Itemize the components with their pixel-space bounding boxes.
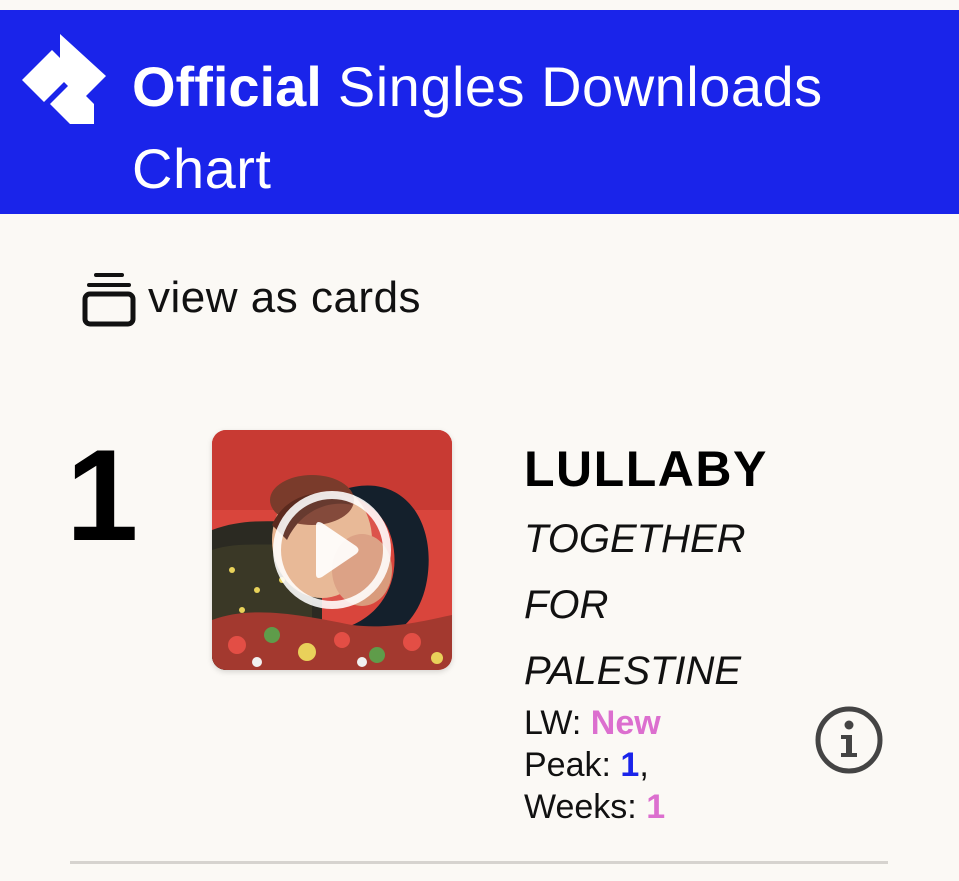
info-icon[interactable] [813, 704, 885, 776]
chart-header: Official Singles Downloads Chart [0, 10, 959, 214]
artist-line: FOR [524, 583, 609, 627]
peak-label: Peak: [524, 746, 611, 784]
official-charts-logo[interactable] [22, 34, 106, 124]
chart-position: 1 [66, 422, 139, 568]
play-icon[interactable] [272, 490, 392, 610]
song-title[interactable]: LULLABY [524, 440, 768, 498]
last-week-label: LW: [524, 704, 582, 742]
page-title: Official Singles Downloads Chart [132, 46, 932, 210]
view-toggle-label: view as cards [148, 273, 422, 322]
entry-divider [70, 861, 888, 864]
chart-stats: LW: New Peak: 1, Weeks: 1 [524, 702, 665, 828]
weeks-value: 1 [646, 788, 666, 826]
peak-stat: Peak: 1, [524, 744, 665, 786]
status-strip [0, 0, 959, 10]
chart-entry: 1 LULLABY TOGETHER FOR PALESTINE LW: New… [0, 420, 959, 860]
brand-text: Official [132, 55, 322, 118]
weeks-stat: Weeks: 1 [524, 786, 665, 828]
artist-line: TOGETHER [524, 517, 746, 561]
artist-name[interactable]: TOGETHER FOR PALESTINE [524, 506, 784, 704]
last-week-stat: LW: New [524, 702, 665, 744]
artist-line: PALESTINE [524, 649, 742, 693]
cards-stack-icon [82, 273, 136, 327]
last-week-value: New [590, 704, 661, 742]
view-as-cards-toggle[interactable]: view as cards [80, 266, 421, 330]
weeks-label: Weeks: [524, 788, 637, 826]
peak-value: 1 [620, 746, 640, 784]
peak-separator: , [639, 746, 649, 784]
